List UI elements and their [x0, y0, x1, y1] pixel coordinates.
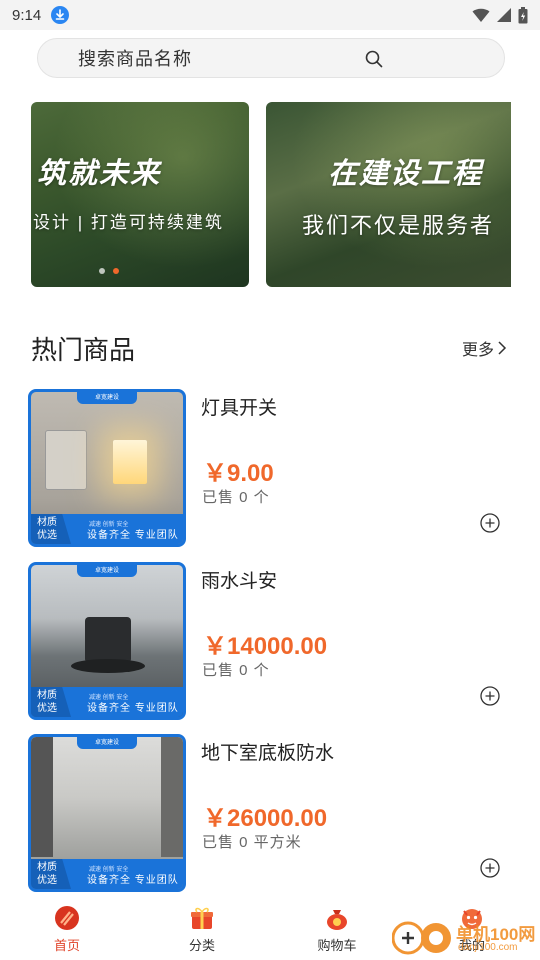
signal-icon — [497, 8, 511, 22]
carousel-indicator — [99, 268, 119, 274]
watermark-url: danji100.com — [458, 942, 518, 953]
home-icon — [55, 906, 79, 930]
product-thumbnail: 卓宽建设 材质 优选 减速 创新 安全 设备齐全 专业团队 — [28, 389, 186, 547]
search-icon[interactable] — [364, 49, 384, 69]
banner-subtitle: 我们不仅是服务者 — [302, 213, 495, 238]
search-bar[interactable]: 搜索商品名称 — [37, 38, 505, 78]
drain-pipe — [85, 617, 131, 661]
banner-slide-2[interactable]: 在建设工程 我们不仅是服务者 — [266, 102, 511, 287]
add-to-cart-icon[interactable] — [480, 686, 500, 706]
tab-cart[interactable]: 购物车 — [297, 904, 377, 954]
thumb-slogan: 设备齐全 专业团队 — [87, 530, 179, 541]
thumb-brand: 卓宽建设 — [77, 392, 137, 404]
battery-icon — [518, 6, 528, 23]
product-thumbnail: 卓宽建设 材质 优选 减速 创新 安全 设备齐全 专业团队 — [28, 562, 186, 720]
watermark-logo-icon — [392, 921, 451, 955]
tab-category[interactable]: 分类 — [162, 904, 242, 954]
product-item[interactable]: 卓宽建设 材质 优选 减速 创新 安全 设备齐全 专业团队 地下室底板防水 ￥26… — [28, 734, 508, 892]
tab-label: 购物车 — [317, 938, 357, 953]
add-to-cart-icon[interactable] — [480, 858, 500, 878]
product-sold-count: 已售 0 个 — [202, 489, 270, 506]
wifi-icon — [472, 8, 490, 22]
download-icon — [51, 6, 70, 24]
banner-slide-1[interactable]: 筑就未来 设计 | 打造可持续建筑 — [31, 102, 249, 287]
tab-label: 首页 — [53, 938, 80, 953]
basement-pillar — [161, 737, 183, 857]
product-name: 地下室底板防水 — [201, 743, 335, 764]
product-item[interactable]: 卓宽建设 材质 优选 减速 创新 安全 设备齐全 专业团队 雨水斗安 ￥14000… — [28, 562, 508, 720]
tab-home[interactable]: 首页 — [27, 904, 107, 954]
search-placeholder: 搜索商品名称 — [78, 49, 192, 69]
money-bag-icon — [327, 910, 347, 930]
carousel-dot — [99, 268, 105, 274]
section-title: 热门商品 — [31, 335, 136, 365]
basement-wall — [31, 737, 53, 857]
banner-subtitle: 设计 | 打造可持续建筑 — [33, 213, 224, 232]
thumb-slogan: 设备齐全 专业团队 — [87, 703, 179, 714]
product-item[interactable]: 卓宽建设 材质 优选 减速 创新 安全 设备齐全 专业团队 灯具开关 ￥9.00 … — [28, 389, 508, 547]
status-bar: 9:14 — [0, 0, 540, 30]
more-label: 更多 — [462, 342, 495, 359]
banner-title: 筑就未来 — [37, 158, 162, 190]
product-thumbnail: 卓宽建设 材质 优选 减速 创新 安全 设备齐全 专业团队 — [28, 734, 186, 892]
tab-label: 分类 — [188, 938, 215, 953]
product-name: 雨水斗安 — [201, 571, 278, 592]
banner-image — [31, 102, 249, 287]
product-price: ￥26000.00 — [203, 805, 328, 832]
switch-plate — [45, 430, 87, 490]
site-watermark: 单机100网 danji100.com — [392, 918, 540, 958]
thumb-brand: 卓宽建设 — [77, 565, 137, 577]
product-name: 灯具开关 — [201, 398, 278, 419]
drain-base — [71, 659, 145, 673]
thumb-brand: 卓宽建设 — [77, 737, 137, 749]
product-sold-count: 已售 0 个 — [202, 662, 270, 679]
more-link[interactable]: 更多 — [462, 336, 507, 360]
product-price: ￥9.00 — [203, 460, 274, 487]
wall-lamp — [113, 440, 147, 484]
status-time: 9:14 — [12, 6, 42, 24]
thumb-slogan: 设备齐全 专业团队 — [87, 875, 179, 886]
add-to-cart-icon[interactable] — [480, 513, 500, 533]
chevron-right-icon — [498, 341, 507, 355]
banner-title: 在建设工程 — [328, 158, 484, 190]
banner-image — [266, 102, 511, 287]
carousel-dot-active — [113, 268, 119, 274]
product-price: ￥14000.00 — [203, 633, 328, 660]
gift-box-icon — [191, 907, 213, 929]
product-sold-count: 已售 0 平方米 — [202, 834, 302, 851]
